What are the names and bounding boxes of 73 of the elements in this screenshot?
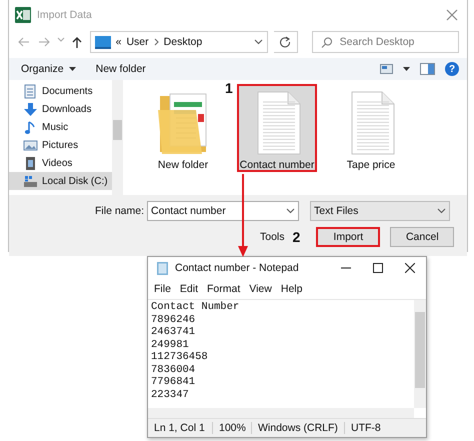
text-line: 249981 (151, 338, 190, 351)
menu-item[interactable]: File (154, 283, 171, 295)
preview-pane-icon (420, 63, 435, 75)
sidebar-item[interactable]: Pictures (9, 136, 113, 154)
breadcrumb[interactable]: Desktop (164, 36, 202, 48)
desktop-entry[interactable]: Tape price (331, 84, 411, 172)
refresh-icon (279, 36, 292, 48)
sidebar-item[interactable]: Documents (9, 82, 113, 100)
sidebar-item[interactable]: Downloads (9, 100, 113, 118)
chevron-down-icon (286, 208, 296, 214)
desktop-entry[interactable]: New folder (143, 84, 223, 172)
search-icon (320, 36, 332, 48)
refresh-button[interactable] (274, 31, 298, 53)
hard-disk-icon (23, 174, 38, 188)
dialog-button[interactable]: Cancel (390, 227, 454, 247)
window-title: Contact number - Notepad (175, 262, 300, 274)
menu-item[interactable]: Edit (180, 283, 198, 295)
text-line: 112736458 (151, 351, 209, 364)
sidebar-item[interactable]: Music (9, 118, 113, 136)
overflow-chevron[interactable]: « (116, 36, 122, 48)
menu-item[interactable]: View (249, 283, 272, 295)
text-line: 223347 (151, 388, 190, 401)
address-bar[interactable]: « User Desktop (90, 31, 268, 53)
monitor-icon (94, 35, 111, 49)
notepad-icon (156, 262, 169, 274)
down-arrow-icon (23, 102, 38, 116)
text-line: 7796841 (151, 376, 196, 388)
caret-icon (403, 67, 410, 71)
sidebar-item[interactable]: Videos (9, 154, 113, 172)
search-placeholder: Search Desktop (340, 36, 414, 48)
scrollbar[interactable] (414, 300, 426, 408)
forward-icon (37, 36, 51, 48)
status-text: 100% (213, 422, 252, 434)
field-label: File name: (95, 205, 144, 217)
chevron-right-icon (154, 38, 159, 46)
text-line: 7836004 (151, 364, 196, 376)
back-icon (17, 36, 31, 48)
organize-menu[interactable]: Organize (21, 63, 76, 75)
window-title: Import Data (37, 9, 93, 21)
spreadsheet-app-icon (15, 7, 31, 23)
caret-icon (68, 67, 76, 71)
chevron-down-icon (437, 208, 446, 214)
search-field[interactable]: Search Desktop (312, 31, 459, 53)
maximize-icon (373, 263, 383, 273)
chevron-down-icon (254, 39, 264, 45)
breadcrumb[interactable]: User (126, 36, 149, 48)
tools-menu[interactable]: Tools (260, 231, 285, 243)
file-type-dropdown[interactable]: Text Files (310, 201, 450, 221)
view-icon (380, 64, 393, 74)
menu-item[interactable]: Help (280, 283, 302, 295)
film-icon (23, 156, 38, 170)
close-icon (405, 263, 415, 273)
close-icon (445, 8, 459, 22)
desktop-entry[interactable]: Contact number (237, 84, 317, 172)
text-line: 7896246 (151, 314, 196, 326)
picture-icon (23, 138, 38, 152)
file-name-field[interactable]: Contact number (147, 201, 300, 221)
text-line: 2463741 (151, 326, 196, 338)
menu-item[interactable]: Format (207, 283, 240, 295)
step-number: 1 (225, 80, 233, 96)
status-text: Windows (CRLF) (252, 422, 345, 434)
scrollbar[interactable] (148, 408, 414, 418)
status-text: UTF-8 (350, 422, 382, 434)
sidebar-item[interactable]: Local Disk (C:) (9, 172, 113, 190)
scrollbar[interactable] (112, 80, 123, 195)
document-icon (23, 84, 38, 98)
step-number: 2 (292, 229, 300, 245)
help-button[interactable]: ? (445, 62, 459, 76)
new-folder-button[interactable]: New folder (96, 63, 146, 75)
dialog-button[interactable]: Import (316, 227, 380, 247)
text-line: Contact Number (151, 301, 240, 314)
up-icon (71, 36, 83, 48)
status-text: Ln 1, Col 1 (148, 422, 213, 434)
